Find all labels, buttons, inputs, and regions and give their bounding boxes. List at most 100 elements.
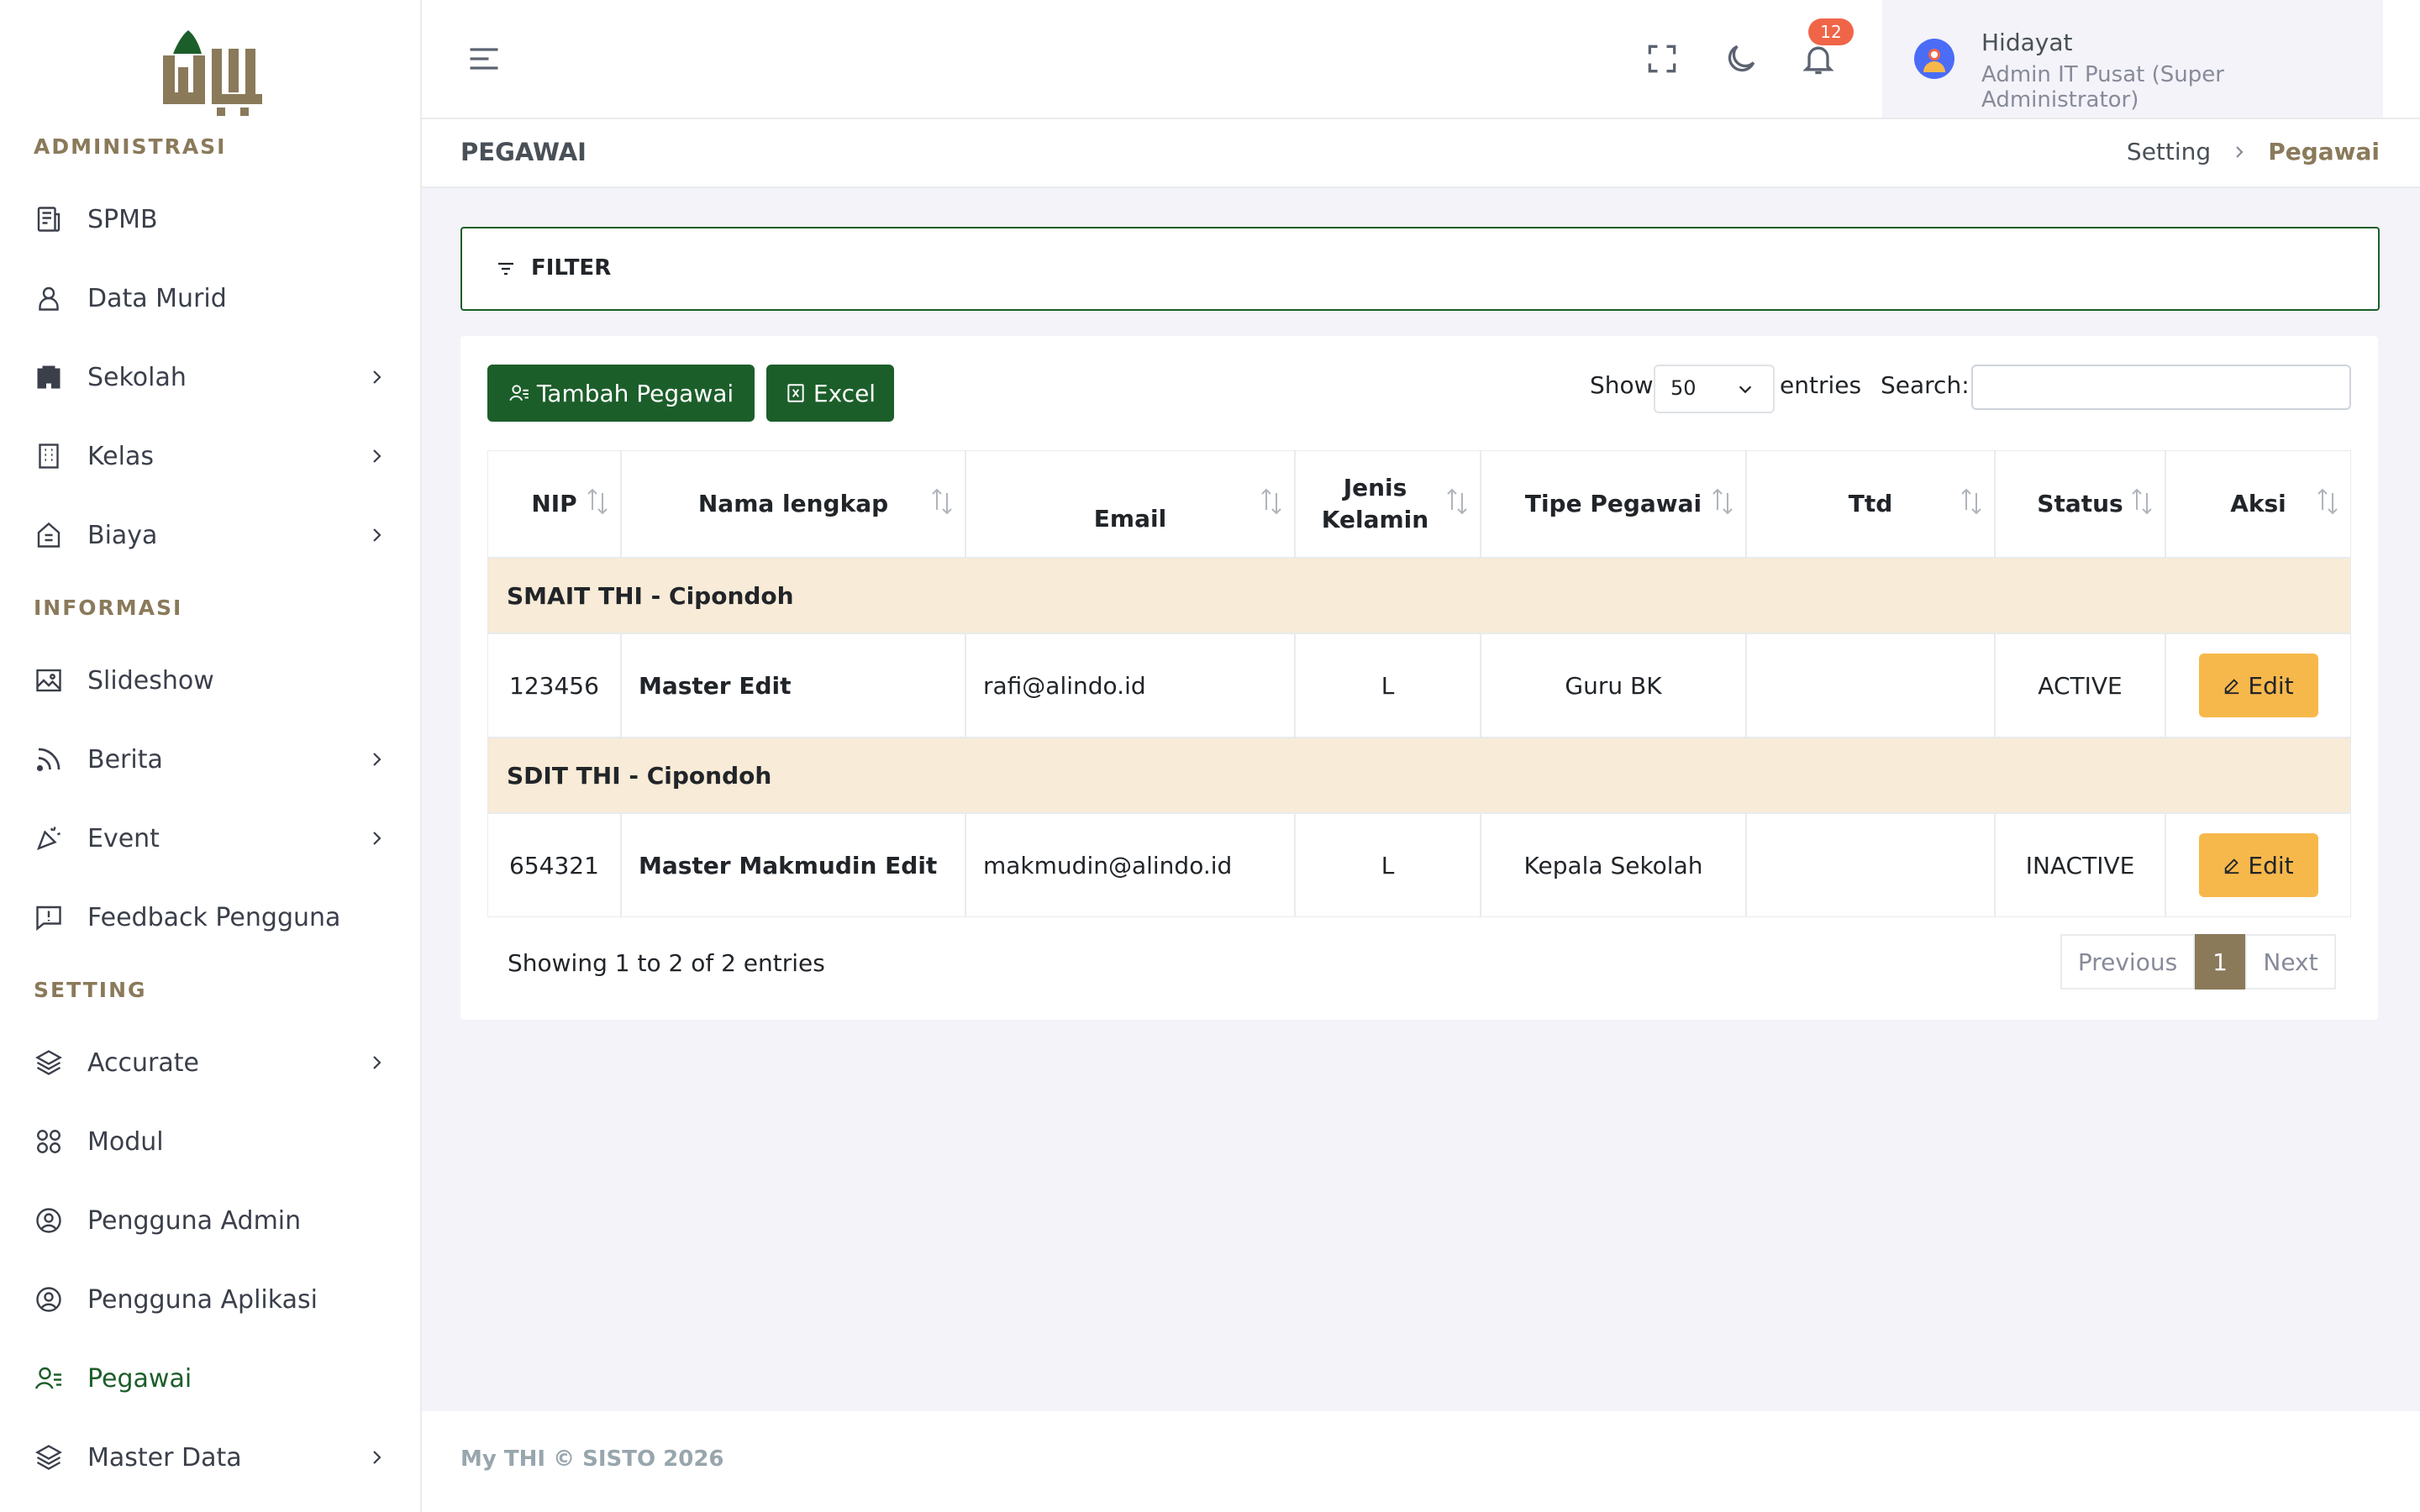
edit-button[interactable]: Edit — [2198, 833, 2318, 897]
edit-label: Edit — [2248, 671, 2294, 700]
cell-aksi: Edit — [2165, 813, 2351, 917]
sidebar-item-label: Feedback Pengguna — [87, 902, 341, 932]
column-label: Status — [2037, 490, 2123, 517]
breadcrumb: Setting Pegawai — [2127, 138, 2380, 165]
column-header-email[interactable]: Email — [965, 450, 1295, 558]
building-icon — [37, 365, 60, 389]
column-header-nip[interactable]: NIP — [487, 450, 621, 558]
layers-icon — [35, 1445, 62, 1470]
sidebar-item-label: Data Murid — [87, 283, 227, 313]
entries-per-page-select[interactable]: 50 — [1654, 365, 1775, 413]
column-label: Email — [1093, 505, 1167, 533]
cell-jenis-kelamin: L — [1295, 633, 1481, 738]
image-icon — [36, 669, 61, 692]
avatar — [1914, 39, 1954, 79]
show-label: Show — [1590, 371, 1654, 399]
sidebar-item-label: Berita — [87, 744, 163, 774]
filter-panel-toggle[interactable]: FILTER — [460, 227, 2380, 311]
user-icon — [39, 286, 59, 311]
add-pegawai-label: Tambah Pegawai — [536, 379, 734, 407]
section-title-administrasi: ADMINISTRASI — [34, 134, 227, 159]
group-row: SDIT THI - Cipondoh — [487, 738, 2351, 813]
sidebar-item-sekolah[interactable]: Sekolah — [34, 352, 387, 402]
chevron-right-icon — [373, 832, 381, 845]
footer: My THI © SISTO 2026 — [422, 1411, 2420, 1512]
sidebar-item-biaya[interactable]: Biaya — [34, 510, 387, 560]
chevron-right-icon — [373, 1451, 381, 1464]
bell-icon[interactable] — [1800, 40, 1837, 77]
edit-button[interactable]: Edit — [2198, 654, 2318, 717]
sidebar-item-label: Pengguna Aplikasi — [87, 1284, 318, 1315]
sidebar-item-event[interactable]: Event — [34, 813, 387, 864]
excel-label: Excel — [813, 379, 876, 407]
sort-icon — [2132, 488, 2152, 515]
fullscreen-icon[interactable] — [1644, 40, 1681, 77]
chevron-right-icon — [373, 528, 381, 542]
column-header-status[interactable]: Status — [1995, 450, 2165, 558]
sidebar-item-pegawai[interactable]: Pegawai — [34, 1353, 387, 1404]
feedback-icon — [36, 906, 61, 931]
search-input[interactable] — [1971, 365, 2351, 410]
sidebar-item-feedback-pengguna[interactable]: Feedback Pengguna — [34, 892, 387, 942]
pagination-previous-button[interactable]: Previous — [2060, 934, 2195, 990]
dark-mode-moon-icon[interactable] — [1723, 40, 1760, 77]
sidebar-item-spmb[interactable]: SPMB — [34, 194, 387, 244]
sidebar-item-slideshow[interactable]: Slideshow — [34, 655, 387, 706]
sidebar-item-accurate[interactable]: Accurate — [34, 1037, 387, 1088]
chevron-down-icon — [1739, 386, 1752, 394]
sidebar-item-berita[interactable]: Berita — [34, 734, 387, 785]
column-header-ttd[interactable]: Ttd — [1746, 450, 1995, 558]
sidebar-item-data-murid[interactable]: Data Murid — [34, 273, 387, 323]
user-profile-dropdown[interactable]: Hidayat Admin IT Pusat (Super Administra… — [1882, 0, 2383, 118]
sidebar-item-modul[interactable]: Modul — [34, 1116, 387, 1167]
pencil-icon — [2225, 858, 2239, 874]
sidebar-item-label: Modul — [87, 1126, 164, 1157]
sidebar-item-master-data[interactable]: Master Data — [34, 1432, 387, 1483]
home-cost-icon — [37, 522, 60, 548]
chevron-right-icon — [373, 1056, 381, 1069]
column-header-aksi[interactable]: Aksi — [2165, 450, 2351, 558]
top-header: 12 Hidayat Admin IT Pusat (Super Adminis… — [422, 0, 2420, 119]
sort-icon — [932, 488, 952, 515]
sidebar-item-pengguna-aplikasi[interactable]: Pengguna Aplikasi — [34, 1274, 387, 1325]
column-header-jenis-kelamin[interactable]: Jenis Kelamin — [1295, 450, 1481, 558]
pagination-page-1[interactable]: 1 — [2195, 934, 2245, 990]
cell-jenis-kelamin: L — [1295, 813, 1481, 917]
sort-icon — [1961, 488, 1981, 515]
entries-per-page-value: 50 — [1670, 376, 1697, 400]
pagination-next-button[interactable]: Next — [2245, 934, 2336, 990]
sidebar-item-label: SPMB — [87, 204, 158, 234]
column-header-nama-lengkap[interactable]: Nama lengkap — [621, 450, 965, 558]
sidebar-item-label: Event — [87, 823, 160, 853]
user-list-icon — [34, 1367, 61, 1389]
cell-status: INACTIVE — [1995, 813, 2165, 917]
sidebar-item-label: Sekolah — [87, 362, 187, 392]
hamburger-menu-icon[interactable] — [466, 40, 502, 77]
chevron-right-icon — [373, 370, 381, 384]
notification-badge: 12 — [1808, 18, 1854, 45]
excel-export-button[interactable]: Excel — [766, 365, 894, 422]
sidebar-item-label: Pegawai — [87, 1363, 192, 1394]
breadcrumb-item-setting[interactable]: Setting — [2127, 138, 2211, 165]
section-title-informasi: INFORMASI — [34, 596, 183, 620]
add-pegawai-button[interactable]: Tambah Pegawai — [487, 365, 755, 422]
sidebar-item-kelas[interactable]: Kelas — [34, 431, 387, 481]
sidebar-item-label: Kelas — [87, 441, 154, 471]
sidebar-item-label: Master Data — [87, 1442, 242, 1473]
column-label: Ttd — [1848, 490, 1893, 517]
column-label: NIP — [531, 490, 577, 517]
user-add-icon — [509, 385, 529, 402]
cell-tipe-pegawai: Guru BK — [1481, 633, 1746, 738]
column-label: Jenis Kelamin — [1321, 474, 1429, 533]
chevron-right-icon — [373, 449, 381, 463]
sidebar-item-pengguna-admin[interactable]: Pengguna Admin — [34, 1195, 387, 1246]
group-row: SMAIT THI - Cipondoh — [487, 558, 2351, 633]
cell-aksi: Edit — [2165, 633, 2351, 738]
filter-icon — [498, 262, 513, 276]
sort-icon — [1261, 488, 1281, 515]
column-header-tipe-pegawai[interactable]: Tipe Pegawai — [1481, 450, 1746, 558]
sort-icon — [2317, 488, 2338, 515]
user-role: Admin IT Pusat (Super Administrator) — [1981, 62, 2224, 113]
column-label: Tipe Pegawai — [1524, 490, 1702, 517]
excel-icon — [787, 384, 804, 402]
